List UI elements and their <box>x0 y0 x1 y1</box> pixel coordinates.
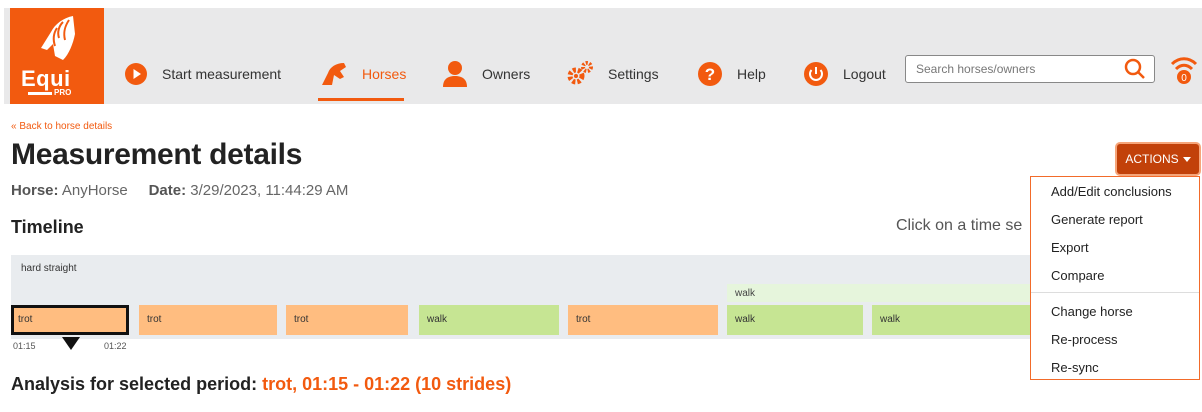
wifi-sync-icon: 0 <box>1170 57 1198 84</box>
timeline-segment[interactable]: walk <box>419 305 559 335</box>
caret-down-icon <box>1182 156 1191 162</box>
selection-pointer-icon <box>62 337 80 350</box>
horse-label: Horse: <box>11 182 59 199</box>
nav-label: Owners <box>482 66 531 82</box>
analysis-prefix: Analysis for selected period: <box>11 374 258 394</box>
menu-change-horse[interactable]: Change horse <box>1051 304 1133 319</box>
selection-end-time: 01:22 <box>104 341 127 351</box>
menu-generate-report[interactable]: Generate report <box>1051 212 1143 227</box>
timeline-segment[interactable]: walk <box>872 305 1030 335</box>
nav-label: Settings <box>608 66 659 82</box>
measurement-date: 3/29/2023, 11:44:29 AM <box>190 182 349 199</box>
nav-label: Help <box>737 66 766 82</box>
analysis-heading: Analysis for selected period: trot, 01:1… <box>11 374 511 395</box>
timeline-segment[interactable]: trot <box>286 305 408 335</box>
active-nav-indicator <box>318 98 404 101</box>
equipro-logo[interactable]: Equi PRO <box>10 8 104 104</box>
date-label: Date: <box>148 182 187 199</box>
nav-start-measurement[interactable]: Start measurement <box>124 54 281 94</box>
play-circle-icon <box>124 62 148 86</box>
nav-help[interactable]: ? Help <box>697 54 766 94</box>
search-icon[interactable] <box>1124 58 1146 85</box>
power-icon <box>803 61 829 87</box>
horse-head-icon <box>318 61 348 87</box>
menu-divider <box>1031 292 1199 293</box>
actions-button[interactable]: ACTIONS <box>1117 144 1199 174</box>
selection-start-time: 01:15 <box>13 341 36 351</box>
question-circle-icon: ? <box>697 61 723 87</box>
nav-label: Start measurement <box>162 66 282 82</box>
nav-label: Logout <box>843 66 886 82</box>
menu-re-sync[interactable]: Re-sync <box>1051 360 1099 375</box>
logo-underline <box>28 92 52 95</box>
search-input[interactable] <box>906 56 1116 82</box>
sync-status[interactable]: 0 <box>1168 52 1200 91</box>
top-strip <box>0 0 1202 8</box>
timeline-segment[interactable]: walk <box>727 305 863 335</box>
horse-logo-icon <box>41 16 75 60</box>
actions-label: ACTIONS <box>1125 152 1179 166</box>
gears-icon <box>566 60 594 88</box>
nav-settings[interactable]: Settings <box>566 54 659 94</box>
sub-period-label: walk <box>735 288 756 299</box>
user-icon <box>442 60 468 88</box>
nav-label: Horses <box>362 66 407 82</box>
sub-period-bar[interactable] <box>727 284 1030 302</box>
track-label: hard straight <box>21 263 77 274</box>
timeline-segment[interactable]: trot <box>568 305 718 335</box>
actions-menu: Add/Edit conclusions Generate report Exp… <box>1030 176 1200 380</box>
timeline-hint: Click on a time se <box>896 217 1023 234</box>
timeline-segment[interactable]: trot <box>11 305 129 335</box>
nav-owners[interactable]: Owners <box>442 54 530 94</box>
menu-add-edit-conclusions[interactable]: Add/Edit conclusions <box>1051 184 1172 199</box>
nav-logout[interactable]: Logout <box>803 54 886 94</box>
timeline-heading: Timeline <box>11 217 84 237</box>
menu-compare[interactable]: Compare <box>1051 268 1104 283</box>
search-box <box>905 55 1155 83</box>
page-title: Measurement details <box>11 138 303 171</box>
menu-re-process[interactable]: Re-process <box>1051 332 1117 347</box>
back-to-horse-link[interactable]: « Back to horse details <box>11 121 112 132</box>
menu-export[interactable]: Export <box>1051 240 1089 255</box>
measurement-meta: Horse: AnyHorse Date: 3/29/2023, 11:44:2… <box>11 182 348 199</box>
svg-text:?: ? <box>705 65 715 84</box>
nav-horses[interactable]: Horses <box>318 54 406 94</box>
sync-count: 0 <box>1181 73 1187 84</box>
analysis-period: trot, 01:15 - 01:22 (10 strides) <box>262 374 512 394</box>
horse-name: AnyHorse <box>61 182 128 199</box>
timeline-segment[interactable]: trot <box>139 305 277 335</box>
logo-sub-text: PRO <box>54 88 72 97</box>
